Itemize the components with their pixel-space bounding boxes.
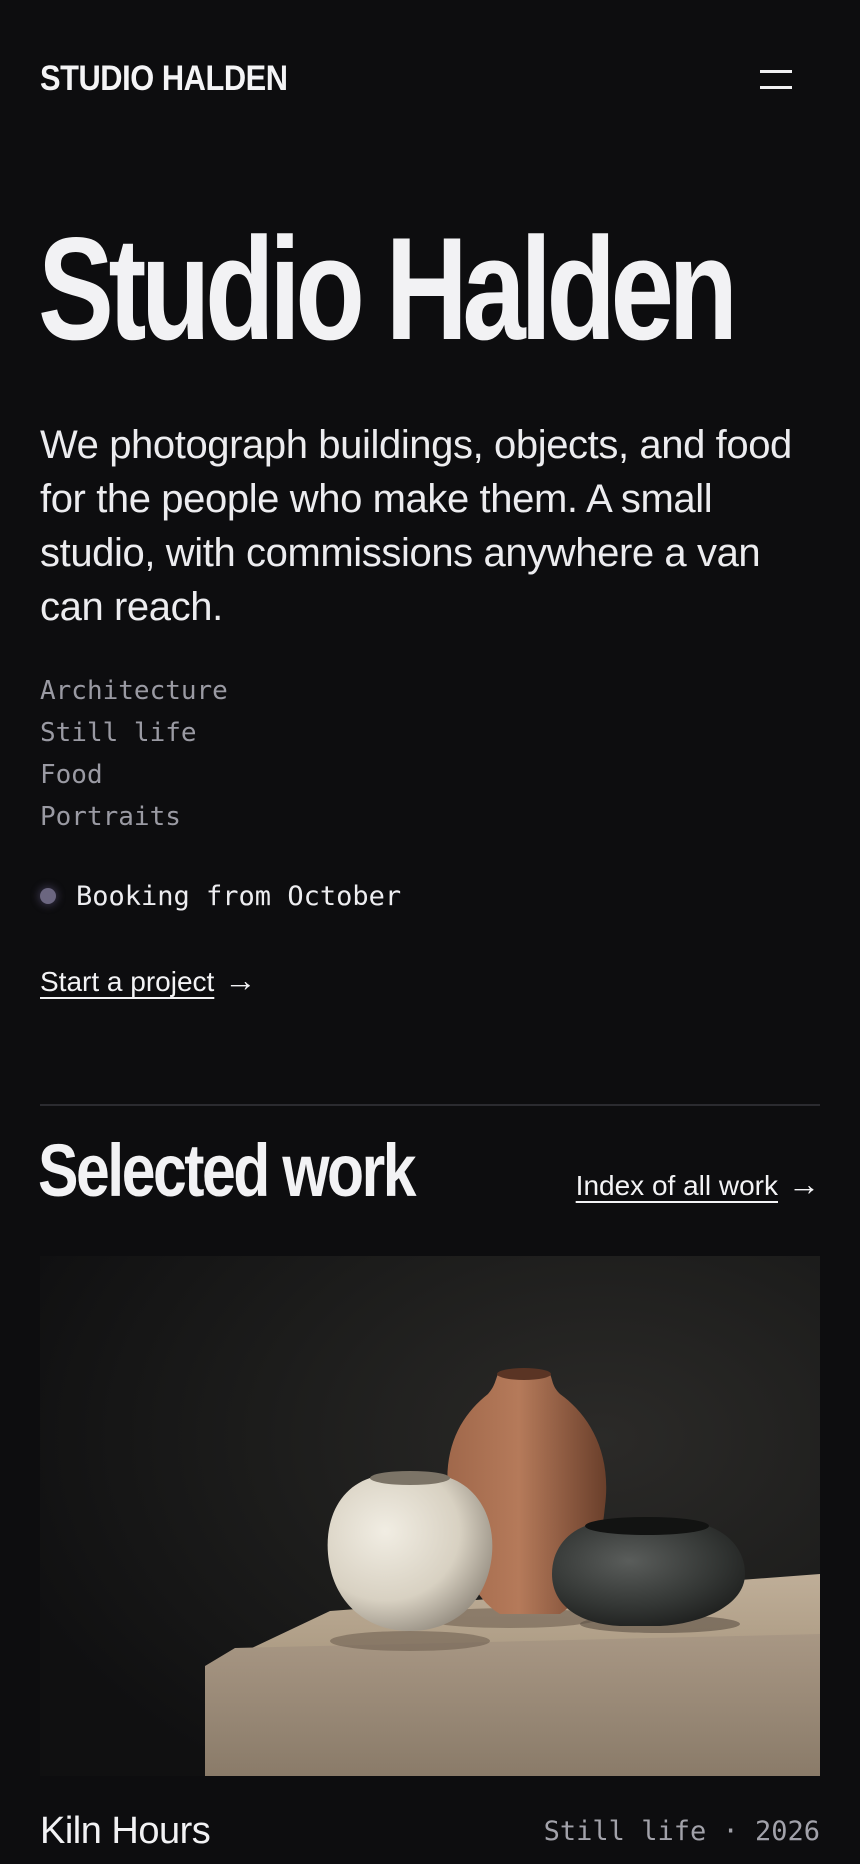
hamburger-menu-icon	[760, 70, 792, 73]
index-of-all-work-link[interactable]: Index of all work →	[576, 1164, 820, 1206]
service-item-portraits: Portraits	[40, 802, 181, 832]
section-divider	[40, 1104, 820, 1106]
booking-status: Booking from October	[40, 876, 401, 916]
hero-title: Studio Halden	[38, 207, 738, 370]
ceramic-vessels-photo	[40, 1256, 820, 1776]
menu-button[interactable]	[756, 64, 796, 96]
hero-lede: We photograph buildings, objects, and fo…	[40, 423, 792, 629]
index-of-all-work-label: Index of all work	[575, 1170, 778, 1201]
hamburger-menu-icon-line	[760, 86, 792, 89]
featured-work-image[interactable]	[40, 1256, 820, 1776]
start-project-link[interactable]: Start a project →	[40, 960, 256, 1002]
featured-work-tags: Still life · 2026	[543, 1816, 820, 1847]
booking-status-text: Booking from October	[76, 880, 402, 912]
start-project-label: Start a project	[40, 966, 215, 997]
service-item-food: Food	[40, 760, 103, 790]
status-dot-icon	[40, 888, 56, 904]
selected-work-heading: Selected work	[38, 1129, 417, 1212]
arrow-right-icon: →	[788, 1166, 820, 1202]
featured-work-title[interactable]: Kiln Hours	[40, 1806, 211, 1856]
arrow-right-icon: →	[224, 962, 257, 998]
service-item-still-life: Still life	[40, 718, 197, 748]
featured-work-meta: Kiln Hours Still life · 2026	[40, 1806, 820, 1856]
service-item-architecture: Architecture	[40, 676, 228, 706]
page: STUDIO HALDEN Studio Halden We photograp…	[0, 0, 860, 1864]
brand-logo[interactable]: STUDIO HALDEN	[40, 56, 288, 102]
services-list: Architecture Still life Food Portraits	[40, 670, 228, 838]
